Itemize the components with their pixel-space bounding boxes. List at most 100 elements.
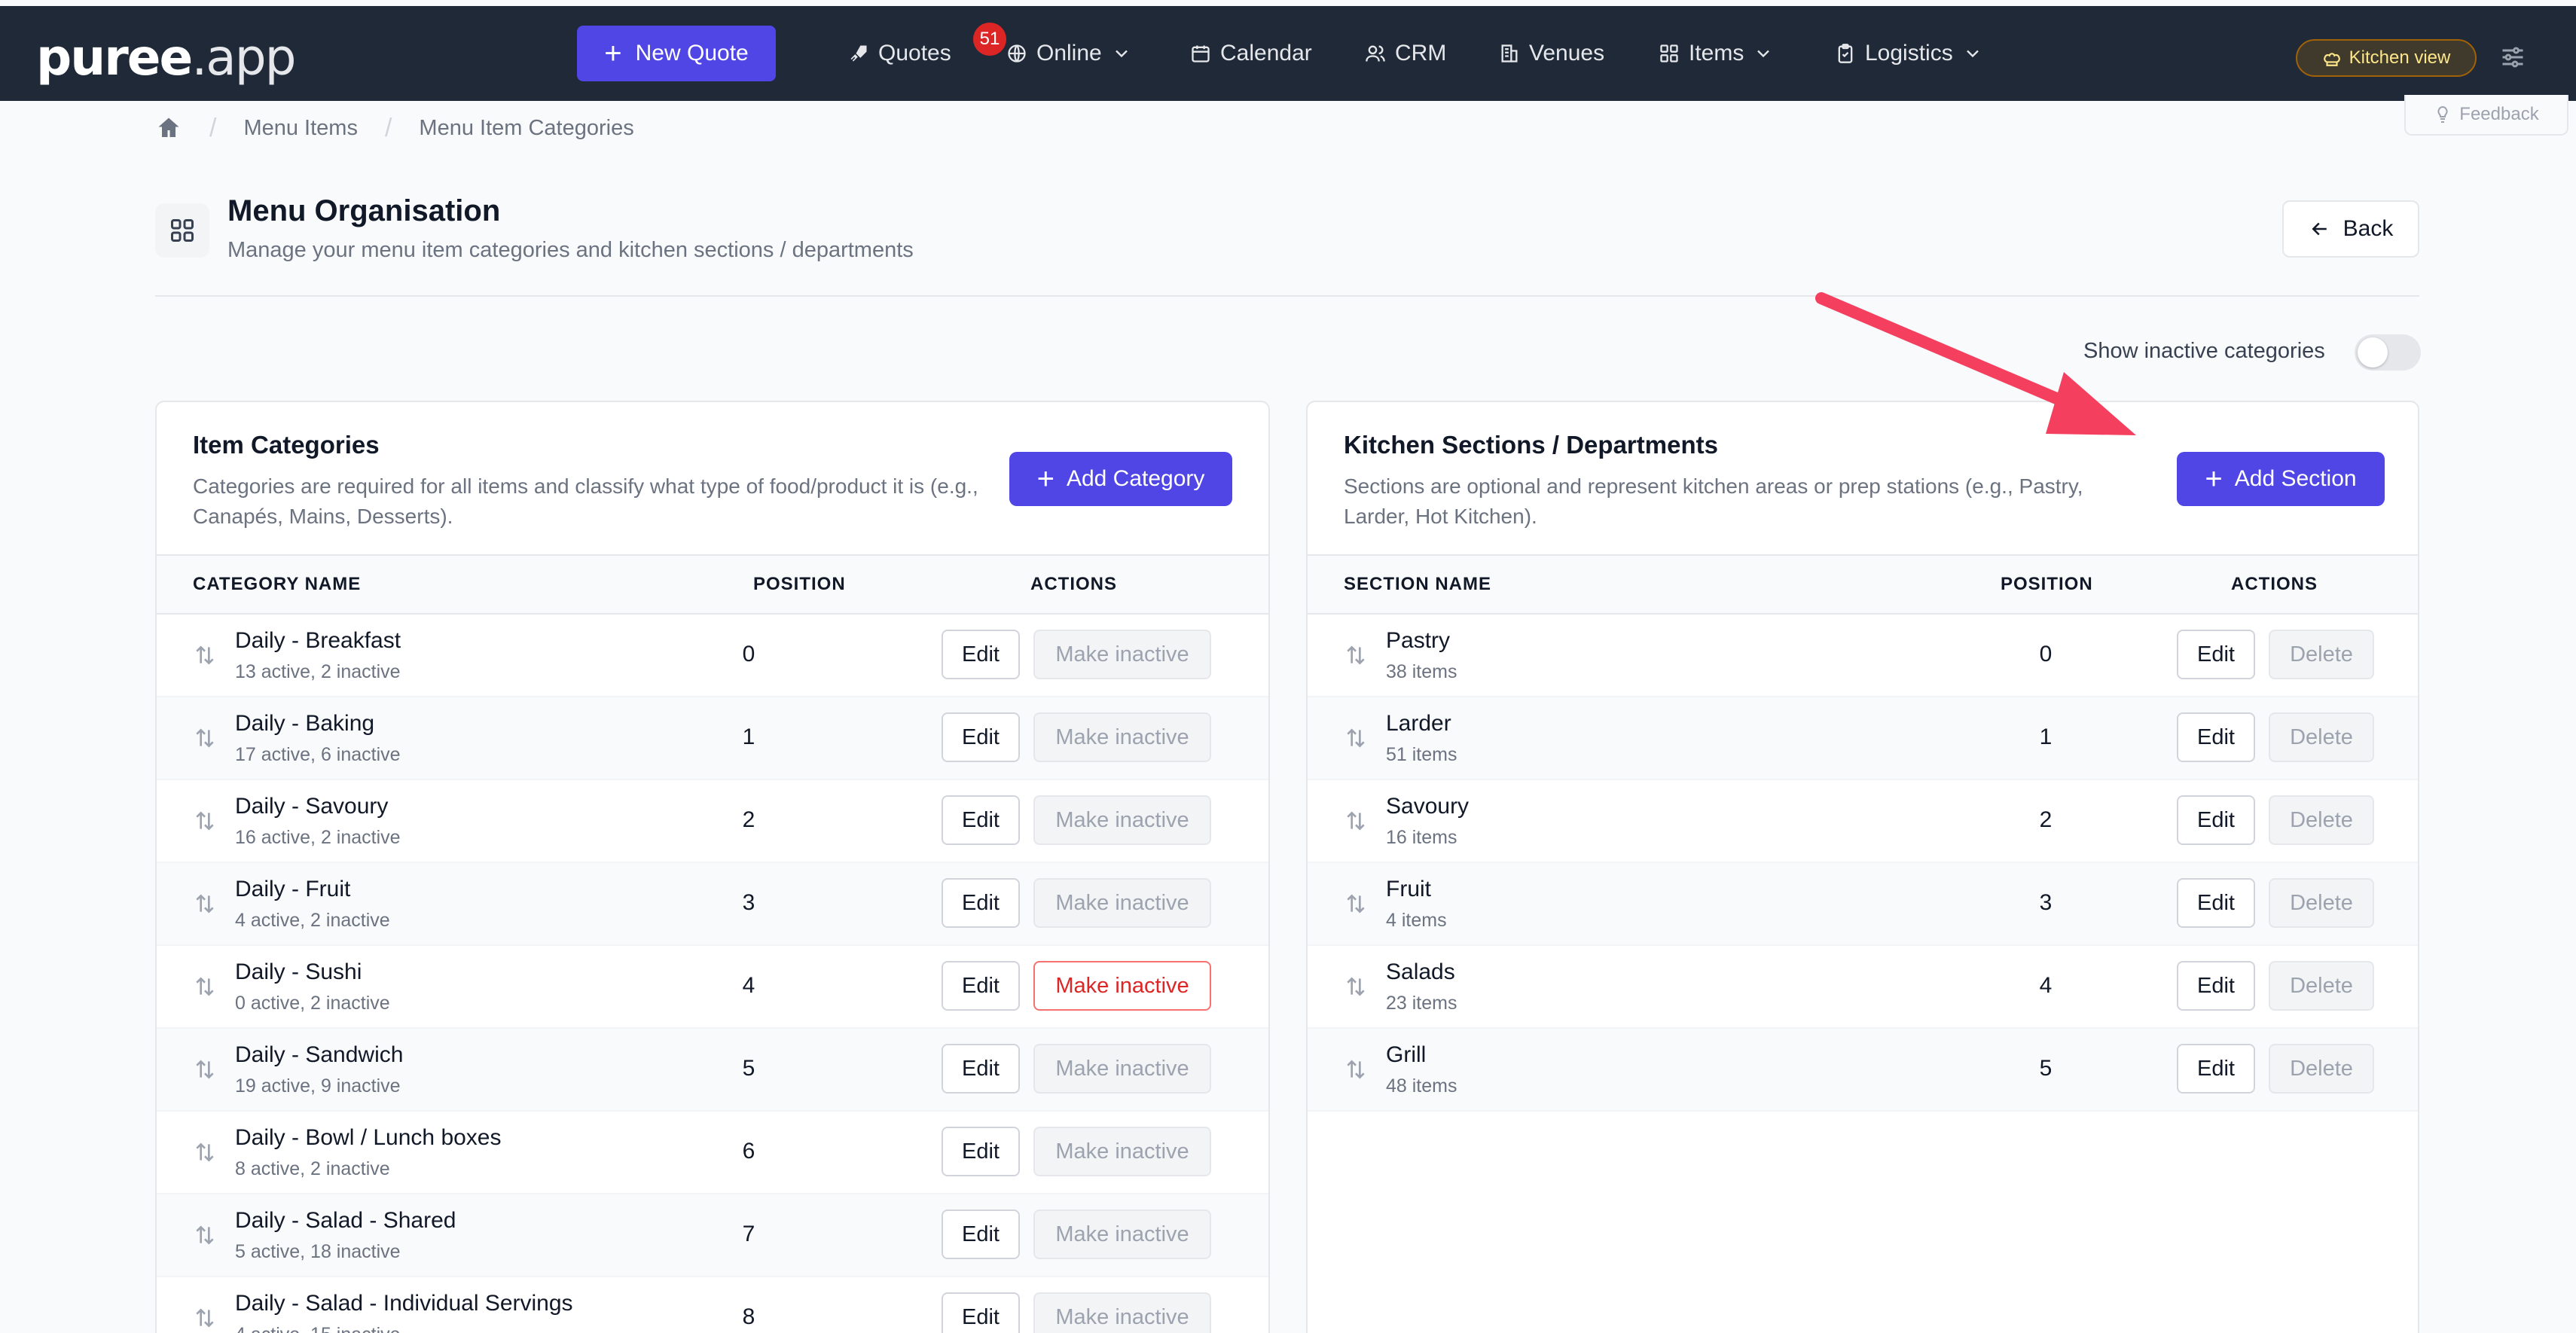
section-name: Savoury: [1386, 794, 1470, 819]
page-subtitle: Manage your menu item categories and kit…: [227, 238, 914, 262]
category-counts: 17 active, 6 inactive: [235, 744, 401, 765]
make-inactive-button[interactable]: Make inactive: [1033, 712, 1211, 762]
drag-handle-icon[interactable]: [193, 1140, 217, 1167]
section-position: 3: [2039, 890, 2053, 915]
feedback-button[interactable]: Feedback: [2404, 95, 2568, 136]
make-inactive-button[interactable]: Make inactive: [1033, 1044, 1211, 1094]
add-category-button[interactable]: + Add Category: [1009, 452, 1232, 506]
add-section-button[interactable]: + Add Section: [2177, 452, 2385, 506]
category-name: Daily - Bowl / Lunch boxes: [235, 1125, 502, 1150]
edit-button[interactable]: Edit: [2177, 878, 2255, 928]
drag-handle-icon[interactable]: [193, 1057, 217, 1084]
edit-button[interactable]: Edit: [942, 1209, 1020, 1259]
kitchen-sections-description: Sections are optional and represent kitc…: [1344, 474, 2083, 528]
drag-handle-icon[interactable]: [1344, 892, 1368, 919]
back-button[interactable]: Back: [2282, 200, 2419, 258]
globe-icon: [1008, 44, 1026, 63]
menu-organisation-icon-box: [155, 203, 209, 258]
edit-button[interactable]: Edit: [942, 961, 1020, 1011]
section-position: 4: [2039, 973, 2053, 998]
nav-items[interactable]: Items: [1659, 26, 1774, 81]
make-inactive-button[interactable]: Make inactive: [1033, 878, 1211, 928]
drag-handle-icon[interactable]: [193, 1306, 217, 1333]
make-inactive-button[interactable]: Make inactive: [1033, 1209, 1211, 1259]
top-nav: puree.app + New Quote Quotes 51 Online C…: [0, 6, 2576, 101]
section-item-count: 51 items: [1386, 744, 1457, 765]
drag-handle-icon[interactable]: [193, 1223, 217, 1250]
calendar-icon: [1192, 45, 1210, 63]
drag-handle-icon[interactable]: [1344, 809, 1368, 836]
drag-handle-icon[interactable]: [1344, 726, 1368, 753]
category-counts: 8 active, 2 inactive: [235, 1158, 390, 1179]
nav-online[interactable]: Online: [1006, 26, 1132, 81]
category-counts: 4 active, 2 inactive: [235, 910, 390, 931]
category-position: 0: [742, 642, 755, 666]
delete-button[interactable]: Delete: [2269, 712, 2374, 762]
edit-button[interactable]: Edit: [2177, 795, 2255, 845]
grid-icon: [171, 219, 194, 242]
edit-button[interactable]: Edit: [2177, 1044, 2255, 1094]
kitchen-view-button[interactable]: Kitchen view: [2296, 39, 2477, 77]
breadcrumb-separator: /: [384, 113, 392, 142]
edit-button[interactable]: Edit: [942, 795, 1020, 845]
nav-quotes[interactable]: Quotes: [848, 26, 951, 81]
drag-handle-icon[interactable]: [1344, 643, 1368, 670]
lightbulb-icon: [2437, 105, 2448, 123]
make-inactive-button[interactable]: Make inactive: [1033, 961, 1211, 1011]
chevron-down-icon: [1115, 50, 1128, 58]
drag-handle-icon[interactable]: [193, 726, 217, 753]
edit-button[interactable]: Edit: [942, 712, 1020, 762]
edit-button[interactable]: Edit: [942, 1292, 1020, 1333]
nav-crm[interactable]: CRM: [1365, 26, 1446, 81]
make-inactive-button[interactable]: Make inactive: [1033, 630, 1211, 679]
drag-handle-icon[interactable]: [193, 809, 217, 836]
category-counts: 19 active, 9 inactive: [235, 1075, 401, 1097]
breadcrumb-menu-item-categories[interactable]: Menu Item Categories: [419, 116, 633, 141]
make-inactive-button[interactable]: Make inactive: [1033, 1127, 1211, 1176]
item-categories-title: Item Categories: [193, 431, 380, 459]
plus-icon: +: [2205, 462, 2223, 496]
section-name: Pastry: [1386, 628, 1451, 653]
edit-button[interactable]: Edit: [2177, 712, 2255, 762]
drag-handle-icon[interactable]: [1344, 975, 1368, 1002]
drag-handle-icon[interactable]: [1344, 1057, 1368, 1084]
nav-calendar[interactable]: Calendar: [1190, 26, 1312, 81]
delete-button[interactable]: Delete: [2269, 630, 2374, 679]
edit-button[interactable]: Edit: [942, 1127, 1020, 1176]
nav-logistics[interactable]: Logistics: [1835, 26, 1983, 81]
delete-button[interactable]: Delete: [2269, 795, 2374, 845]
make-inactive-button[interactable]: Make inactive: [1033, 1292, 1211, 1333]
edit-button[interactable]: Edit: [2177, 630, 2255, 679]
category-position: 4: [742, 973, 755, 998]
edit-button[interactable]: Edit: [942, 878, 1020, 928]
table-row: Daily - Sushi 0 active, 2 inactive 4 Edit Ma…: [157, 946, 1268, 1029]
category-counts: 5 active, 18 inactive: [235, 1241, 401, 1262]
plus-icon: +: [1036, 462, 1055, 496]
rocket-icon: [850, 45, 867, 62]
drag-handle-icon[interactable]: [193, 975, 217, 1002]
edit-button[interactable]: Edit: [942, 630, 1020, 679]
breadcrumb-menu-items[interactable]: Menu Items: [243, 116, 358, 141]
section-item-count: 48 items: [1386, 1075, 1457, 1097]
delete-button[interactable]: Delete: [2269, 878, 2374, 928]
nav-venues[interactable]: Venues: [1499, 26, 1604, 81]
category-position: 1: [742, 724, 755, 749]
category-position: 6: [742, 1139, 755, 1164]
edit-button[interactable]: Edit: [942, 1044, 1020, 1094]
breadcrumb-separator: /: [209, 113, 217, 142]
chevron-down-icon: [1966, 50, 1979, 58]
section-name: Fruit: [1386, 877, 1431, 901]
delete-button[interactable]: Delete: [2269, 1044, 2374, 1094]
home-icon[interactable]: [155, 114, 182, 142]
sliders-icon[interactable]: [2499, 44, 2526, 71]
categories-table-header: CATEGORY NAME POSITION ACTIONS: [157, 554, 1268, 615]
show-inactive-toggle[interactable]: [2355, 334, 2421, 371]
section-item-count: 38 items: [1386, 661, 1457, 682]
delete-button[interactable]: Delete: [2269, 961, 2374, 1011]
drag-handle-icon[interactable]: [193, 643, 217, 670]
new-quote-button[interactable]: + New Quote: [577, 26, 776, 81]
edit-button[interactable]: Edit: [2177, 961, 2255, 1011]
logo[interactable]: puree.app: [36, 29, 297, 87]
drag-handle-icon[interactable]: [193, 892, 217, 919]
make-inactive-button[interactable]: Make inactive: [1033, 795, 1211, 845]
